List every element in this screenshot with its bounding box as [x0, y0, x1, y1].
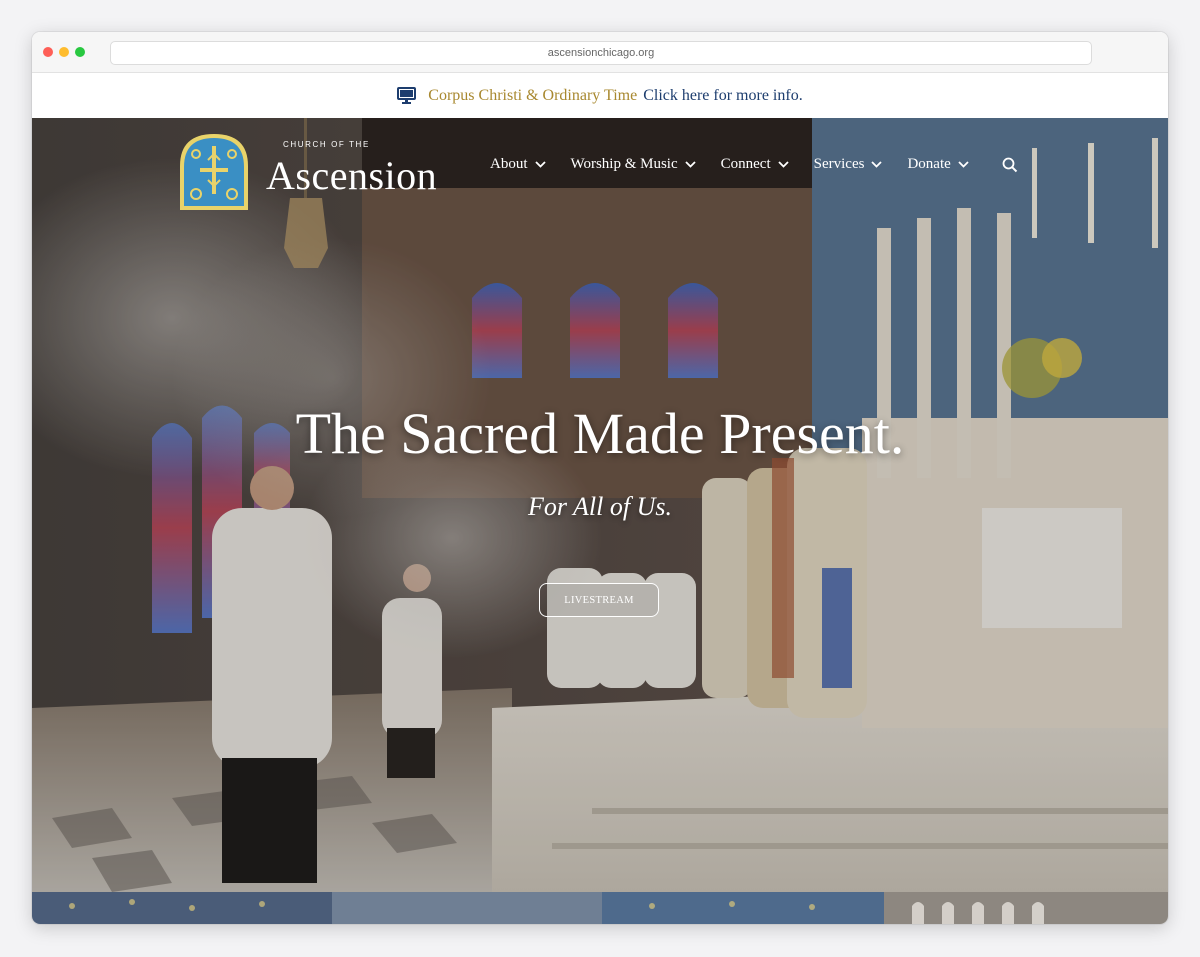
church-emblem-icon: [180, 134, 248, 210]
nav-item-label: About: [490, 156, 528, 172]
nav-item-about[interactable]: About: [490, 156, 546, 173]
logo-tagline: CHURCH OF THE: [283, 140, 370, 149]
gallery-strip-images: [32, 892, 1168, 924]
browser-window: ascensionchicago.org Corpus Christi & Or…: [32, 32, 1168, 924]
chevron-down-icon: [534, 161, 546, 168]
close-window-button[interactable]: [43, 47, 53, 57]
announcement-link[interactable]: Click here for more info.: [643, 87, 803, 105]
nav-item-label: Worship & Music: [570, 156, 678, 172]
address-bar[interactable]: ascensionchicago.org: [110, 41, 1092, 65]
nav-item-label: Donate: [907, 156, 951, 172]
announcement-highlight: Corpus Christi & Ordinary Time: [428, 86, 638, 104]
site-logo[interactable]: CHURCH OF THE Ascension: [178, 132, 440, 214]
announcement-bar: Corpus Christi & Ordinary Time Click her…: [32, 73, 1168, 118]
nav-item-worship-music[interactable]: Worship & Music: [571, 156, 696, 173]
chevron-down-icon: [777, 161, 789, 168]
nav-item-connect[interactable]: Connect: [721, 156, 789, 173]
chevron-down-icon: [871, 161, 883, 168]
main-nav: About Worship & Music Connect Services D…: [490, 156, 1018, 173]
nav-item-services[interactable]: Services: [814, 156, 883, 173]
search-icon[interactable]: [1002, 157, 1018, 173]
nav-item-label: Connect: [720, 156, 771, 172]
hero-subheadline: For All of Us.: [528, 492, 672, 521]
chevron-down-icon: [958, 161, 969, 168]
hero-section: CHURCH OF THE Ascension About Worship & …: [32, 118, 1168, 892]
nav-item-label: Services: [813, 156, 865, 172]
monitor-icon: [397, 87, 417, 104]
chevron-down-icon: [684, 161, 696, 168]
livestream-button[interactable]: LIVESTREAM: [539, 583, 659, 617]
logo-name: Ascension: [266, 153, 438, 198]
nav-item-donate[interactable]: Donate: [907, 156, 969, 173]
gallery-strip: [32, 892, 1168, 924]
maximize-window-button[interactable]: [75, 47, 85, 57]
minimize-window-button[interactable]: [59, 47, 69, 57]
browser-chrome: ascensionchicago.org: [32, 32, 1168, 73]
hero-headline: The Sacred Made Present.: [295, 401, 905, 466]
